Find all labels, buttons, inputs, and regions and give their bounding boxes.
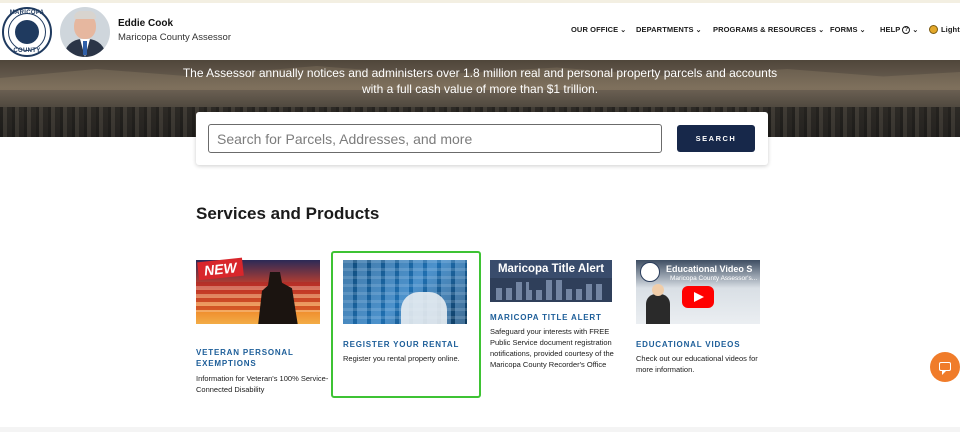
nav-forms[interactable]: FORMS ⌄ — [830, 25, 866, 34]
nav-departments[interactable]: DEPARTMENTS ⌄ — [636, 25, 702, 34]
bottom-divider — [0, 427, 960, 432]
theme-toggle-label: Light — [941, 25, 960, 34]
nav-help[interactable]: HELP ? ⌄ — [880, 25, 918, 34]
search-panel: SEARCH — [196, 112, 768, 165]
veteran-thumb-flag — [196, 282, 320, 312]
chevron-down-icon: ⌄ — [818, 26, 825, 34]
county-seal-icon[interactable]: MARICOPA COUNTY — [2, 7, 52, 57]
avatar-hair — [74, 11, 96, 19]
avatar-tie — [83, 41, 87, 55]
youtube-play-icon[interactable] — [682, 286, 714, 308]
nav-programs-resources[interactable]: PROGRAMS & RESOURCES ⌄ — [713, 25, 824, 34]
chevron-down-icon: ⌄ — [859, 26, 866, 34]
nav-our-office[interactable]: OUR OFFICE ⌄ — [571, 25, 626, 34]
seal-core — [15, 20, 39, 44]
title-alert-thumb-heading: Maricopa Title Alert — [490, 260, 612, 278]
assessor-logo-icon — [640, 262, 660, 282]
theme-toggle[interactable]: Light — [929, 25, 960, 34]
chevron-down-icon: ⌄ — [620, 26, 627, 34]
search-input[interactable] — [208, 124, 662, 153]
presenter-figure-icon — [646, 284, 670, 324]
chat-icon — [939, 362, 951, 375]
chevron-down-icon: ⌄ — [912, 26, 919, 34]
assessor-name: Eddie Cook — [118, 18, 174, 29]
site-header: MARICOPA COUNTY Eddie Cook Maricopa Coun… — [0, 3, 960, 60]
video-thumb-heading: Educational Video S — [666, 264, 753, 274]
assessor-title: Maricopa County Assessor — [118, 32, 231, 43]
nav-our-office-label: OUR OFFICE — [571, 25, 619, 34]
veteran-description: Information for Veteran's 100% Service-C… — [196, 374, 329, 394]
nav-departments-label: DEPARTMENTS — [636, 25, 694, 34]
search-button[interactable]: SEARCH — [677, 125, 755, 152]
educational-videos-thumbnail[interactable]: Educational Video S Maricopa County Asse… — [636, 252, 760, 324]
chat-button[interactable] — [930, 352, 960, 382]
seal-text-bottom: COUNTY — [13, 48, 41, 54]
person-with-tablet-icon — [401, 292, 447, 324]
hero-text: The Assessor annually notices and admini… — [182, 66, 778, 96]
question-circle-icon: ? — [902, 25, 911, 34]
seal-text-top: MARICOPA — [9, 10, 45, 16]
rental-thumbnail[interactable] — [343, 252, 467, 324]
veteran-thumbnail[interactable]: NEW — [196, 252, 320, 324]
sun-icon — [929, 25, 938, 34]
educational-videos-description: Check out our educational videos for mor… — [636, 354, 758, 374]
nav-programs-resources-label: PROGRAMS & RESOURCES — [713, 25, 817, 34]
assessor-avatar — [60, 7, 110, 57]
veteran-title[interactable]: VETERAN PERSONAL EXEMPTIONS — [196, 347, 328, 369]
nav-forms-label: FORMS — [830, 25, 858, 34]
educational-videos-title[interactable]: EDUCATIONAL VIDEOS — [636, 339, 768, 350]
rental-title[interactable]: REGISTER YOUR RENTAL — [343, 339, 475, 350]
chevron-down-icon: ⌄ — [695, 26, 702, 34]
title-alert-description: Safeguard your interests with FREE Publi… — [490, 327, 614, 369]
nav-help-label: HELP — [880, 25, 901, 34]
rental-description: Register you rental property online. — [343, 354, 460, 363]
title-alert-title[interactable]: MARICOPA TITLE ALERT — [490, 312, 622, 323]
video-thumb-subtitle: Maricopa County Assessor's... — [670, 275, 758, 282]
services-title: Services and Products — [196, 204, 380, 223]
